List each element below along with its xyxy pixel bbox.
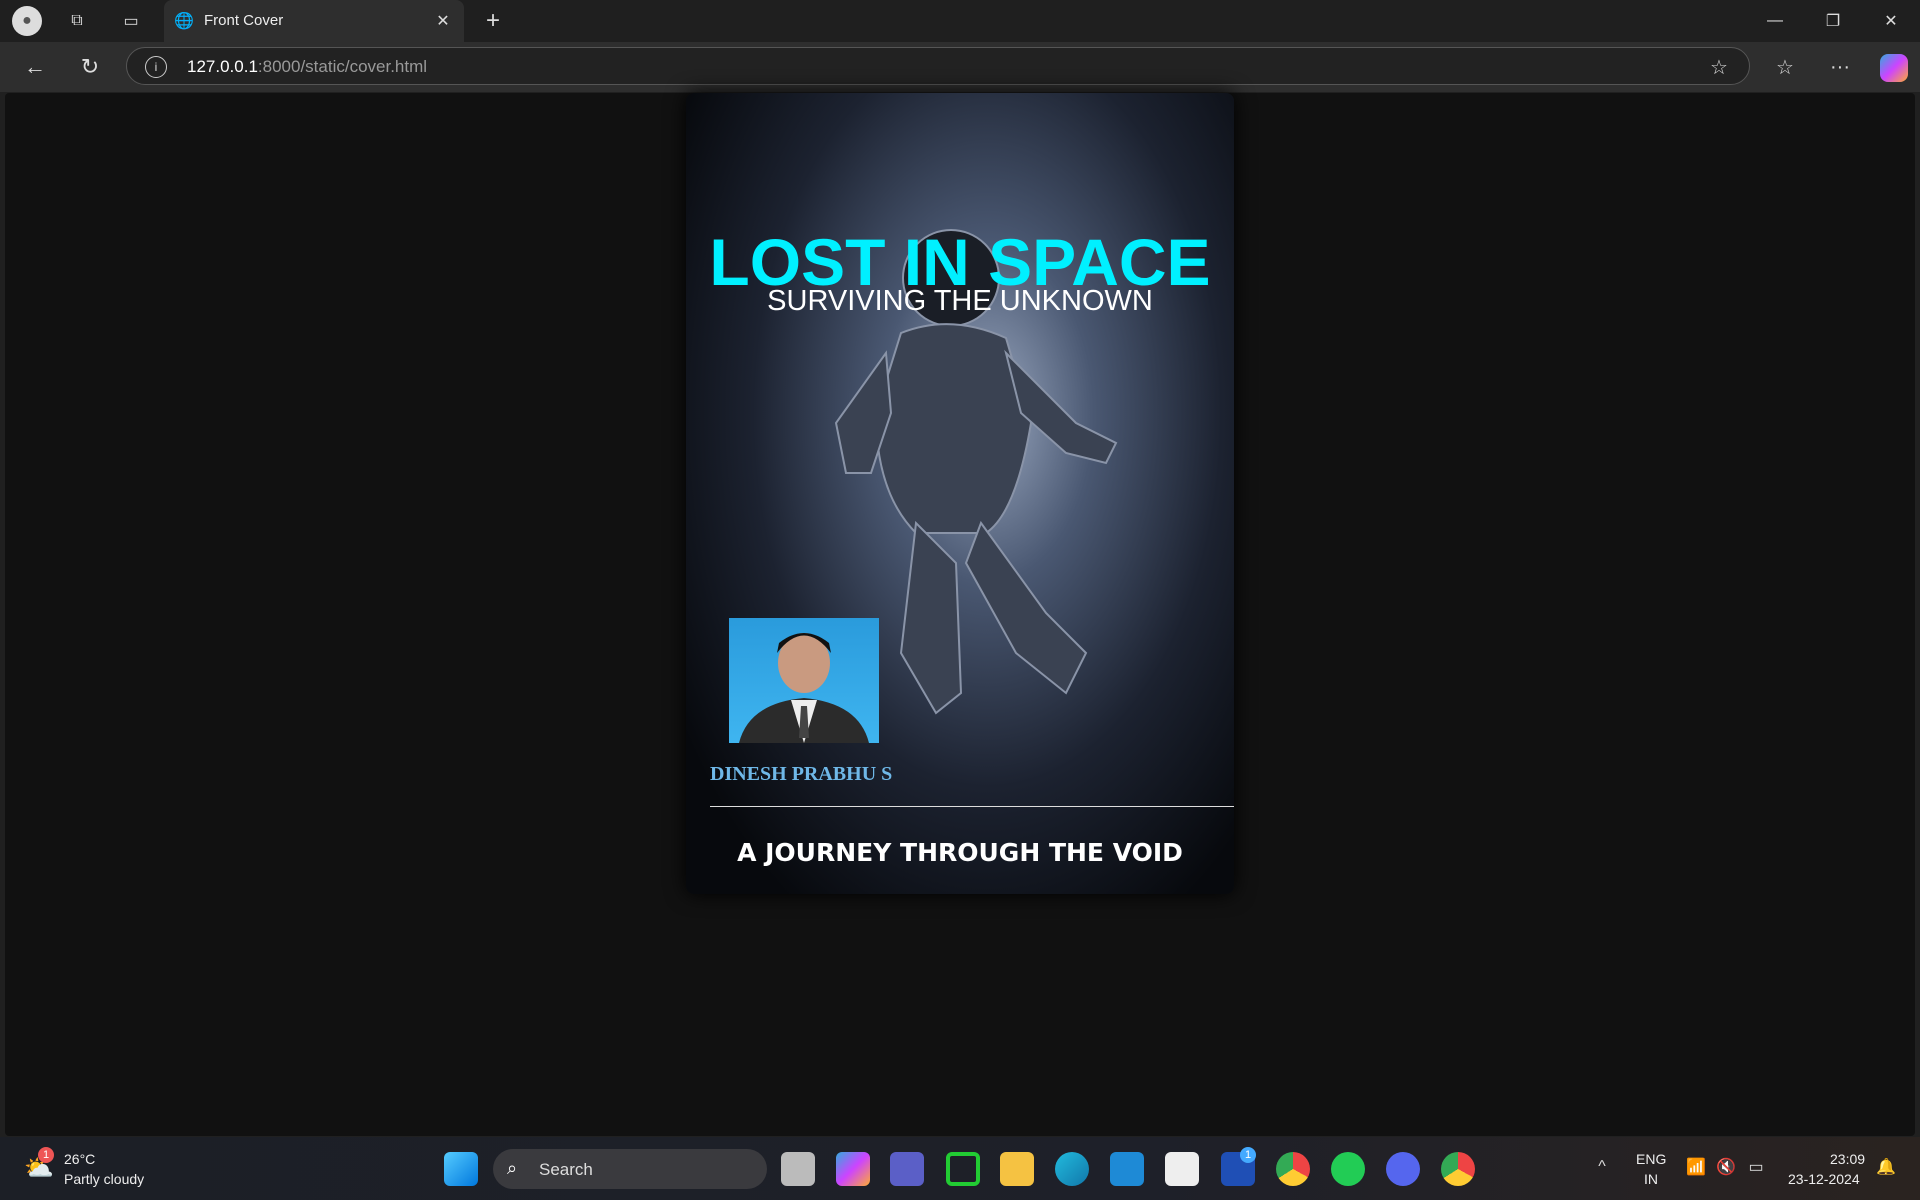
close-window-icon[interactable]: ✕ (1876, 6, 1906, 36)
app-badge: 1 (1240, 1147, 1256, 1163)
workspaces-icon[interactable]: ⧉ (64, 8, 90, 34)
weather-badge: 1 (38, 1147, 54, 1163)
chrome-icon[interactable] (1441, 1152, 1475, 1186)
url-text: 127.0.0.1:8000/static/cover.html (187, 57, 427, 77)
nav-bar: ← ↻ i 127.0.0.1:8000/static/cover.html ☆… (0, 42, 1920, 92)
close-tab-icon[interactable]: ✕ (432, 10, 454, 32)
wifi-icon[interactable]: 📶 (1684, 1155, 1708, 1179)
divider (710, 806, 1234, 807)
store-icon[interactable] (1165, 1152, 1199, 1186)
clock-date[interactable]: 23-12-2024 (1788, 1171, 1860, 1187)
edge-icon[interactable] (1055, 1152, 1089, 1186)
taskbar: ⛅ 1 26°C Partly cloudy ⌕ Search 1 ^ ENG … (0, 1137, 1920, 1200)
restore-icon[interactable]: ❐ (1818, 6, 1848, 36)
globe-icon: 🌐 (174, 13, 194, 30)
vscode-icon[interactable] (1110, 1152, 1144, 1186)
volume-muted-icon[interactable]: 🔇 (1714, 1155, 1738, 1179)
arc-app-icon[interactable] (1386, 1152, 1420, 1186)
url-path: :8000/static/cover.html (257, 57, 428, 76)
task-view-icon[interactable] (781, 1152, 815, 1186)
tab-bar: ● ⧉ ▭ 🌐 Front Cover ✕ + — ❐ ✕ (0, 0, 1920, 42)
app-ring-icon[interactable] (946, 1152, 980, 1186)
notifications-icon[interactable]: 🔔 (1874, 1155, 1898, 1179)
search-box[interactable]: ⌕ Search (493, 1149, 767, 1189)
tab-front-cover[interactable]: 🌐 Front Cover ✕ (164, 0, 464, 42)
address-bar[interactable]: i 127.0.0.1:8000/static/cover.html ☆ (126, 47, 1750, 85)
info-icon[interactable]: i (145, 56, 167, 78)
new-tab-icon[interactable]: + (478, 6, 508, 36)
chrome-profile-icon[interactable] (1276, 1152, 1310, 1186)
cover-subtitle: SURVIVING THE UNKNOWN (767, 285, 1153, 317)
search-icon: ⌕ (507, 1158, 518, 1178)
search-label: Search (539, 1160, 593, 1179)
tab-actions-icon[interactable]: ▭ (118, 8, 144, 34)
back-icon[interactable]: ← (20, 52, 50, 82)
region-label[interactable]: IN (1644, 1171, 1658, 1187)
file-explorer-icon[interactable] (1000, 1152, 1034, 1186)
battery-icon[interactable]: ▭ (1744, 1155, 1768, 1179)
copilot-icon[interactable] (1880, 54, 1908, 82)
refresh-icon[interactable]: ↻ (75, 52, 105, 82)
minimize-icon[interactable]: — (1760, 6, 1790, 36)
weather-desc: Partly cloudy (64, 1171, 145, 1187)
tab-title: Front Cover (204, 12, 284, 29)
copilot-app-icon[interactable] (836, 1152, 870, 1186)
start-icon[interactable] (444, 1152, 478, 1186)
favorites-icon[interactable]: ☆ (1770, 52, 1800, 82)
teams-icon[interactable] (890, 1152, 924, 1186)
more-icon[interactable]: ··· (1825, 52, 1855, 82)
show-hidden-icons[interactable]: ^ (1590, 1155, 1614, 1179)
book-cover: LOST IN SPACE SURVIVING THE UNKNOWN DINE… (686, 93, 1234, 894)
cover-tagline: A JOURNEY THROUGH THE VOID (737, 838, 1183, 867)
author-photo (729, 618, 879, 743)
clock-time[interactable]: 23:09 (1830, 1151, 1865, 1167)
profile-icon[interactable]: ● (12, 6, 42, 36)
language-label[interactable]: ENG (1636, 1151, 1666, 1167)
url-host: 127.0.0.1 (187, 57, 258, 76)
whatsapp-icon[interactable] (1331, 1152, 1365, 1186)
favorite-star-icon[interactable]: ☆ (1707, 55, 1731, 79)
author-name: DINESH PRABHU S (710, 763, 893, 785)
weather-temp: 26°C (64, 1151, 96, 1167)
